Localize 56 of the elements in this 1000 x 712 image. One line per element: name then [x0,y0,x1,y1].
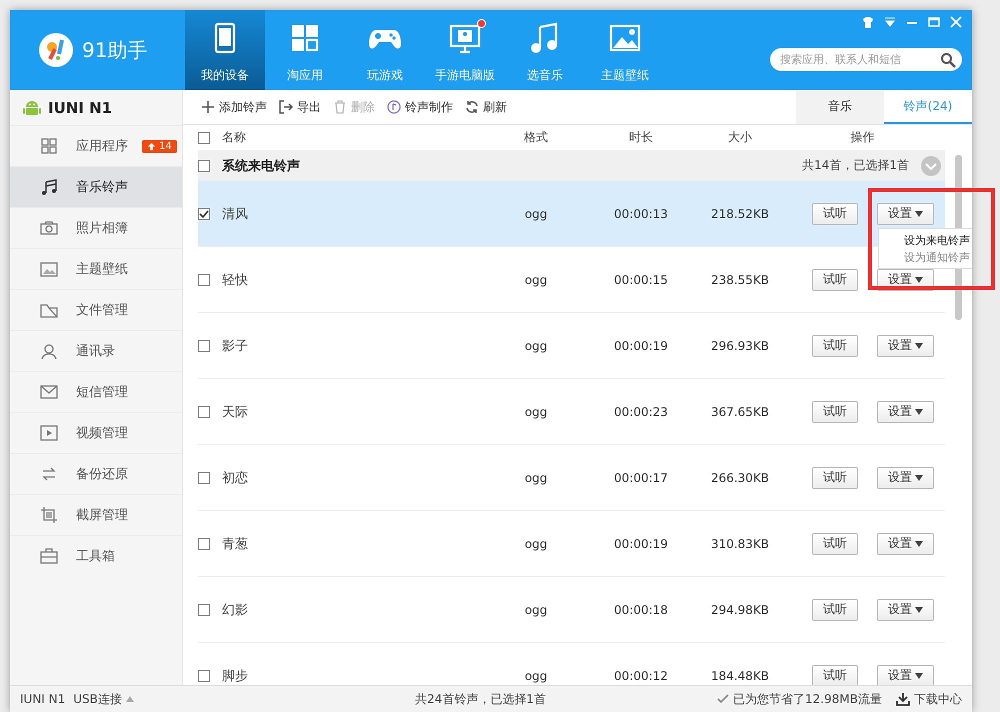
group-summary: 共14首，已选择1首 [802,157,909,174]
song-name: 初恋 [222,470,249,486]
column-header: 名称 [222,129,247,146]
duration-cell-text: 00:00:13 [613,206,669,220]
size-cell-text: 310.83KB [710,536,770,550]
group-title: 系统来电铃声 [222,158,300,174]
sidebar-label: 备份还原 [76,466,128,483]
sidebar-label: 音乐铃声 [76,179,128,196]
traffic-saved: 已为您节省了12.98MB流量 [733,690,882,708]
song-name: 轻快 [222,272,249,288]
column-header: 时长 [628,129,654,146]
status-summary: 共24首铃声，已选择1首 [414,690,546,708]
app-name: 91助手 [82,36,148,64]
size-cell-text: 367.65KB [710,404,770,418]
device-label: IUNI N1 [20,692,66,706]
sidebar-label: 截屏管理 [76,507,128,524]
format-cell-text: ogg [524,668,548,682]
duration-cell-text: 00:00:19 [613,536,669,550]
column-header: 大小 [727,129,753,146]
format-cell-text: ogg [524,536,548,550]
sidebar-label: 通讯录 [76,343,115,360]
format-cell-text: ogg [524,470,548,484]
format-cell-text: ogg [524,206,548,220]
size-cell-text: 184.48KB [710,668,770,682]
sidebar-label: 文件管理 [76,302,128,319]
song-name: 青葱 [222,536,249,552]
size-cell-text: 266.30KB [710,470,770,484]
size-cell-text: 218.52KB [710,206,770,220]
duration-cell-text: 00:00:18 [613,602,669,616]
sidebar-label: 主题壁纸 [76,261,128,278]
duration-cell-text: 00:00:15 [613,272,669,286]
song-name: 幻影 [222,602,249,618]
song-name: 脚步 [222,668,249,684]
format-cell-text: ogg [524,404,548,418]
size-cell-text: 294.98KB [710,602,770,616]
sidebar-label: 工具箱 [76,548,115,565]
column-header: 格式 [523,129,549,146]
duration-cell-text: 00:00:19 [613,338,669,352]
song-name: 影子 [222,338,249,354]
update-badge: 14 [142,140,177,152]
format-cell-text: ogg [524,602,548,616]
format-cell-text: ogg [524,338,548,352]
device-name: IUNI N1 [48,98,112,116]
song-name: 清风 [222,206,249,222]
sidebar-label: 短信管理 [76,384,128,401]
format-cell-text: ogg [524,272,548,286]
sidebar-label: 照片相簿 [76,220,128,237]
duration-cell-text: 00:00:23 [613,404,669,418]
column-header: 操作 [850,129,876,146]
sidebar-label: 应用程序 [76,138,128,155]
duration-cell-text: 00:00:12 [613,668,669,682]
song-name: 天际 [222,404,249,420]
sidebar-label: 视频管理 [76,425,128,442]
size-cell-text: 238.55KB [710,272,770,286]
duration-cell-text: 00:00:17 [613,470,669,484]
size-cell-text: 296.93KB [710,338,770,352]
